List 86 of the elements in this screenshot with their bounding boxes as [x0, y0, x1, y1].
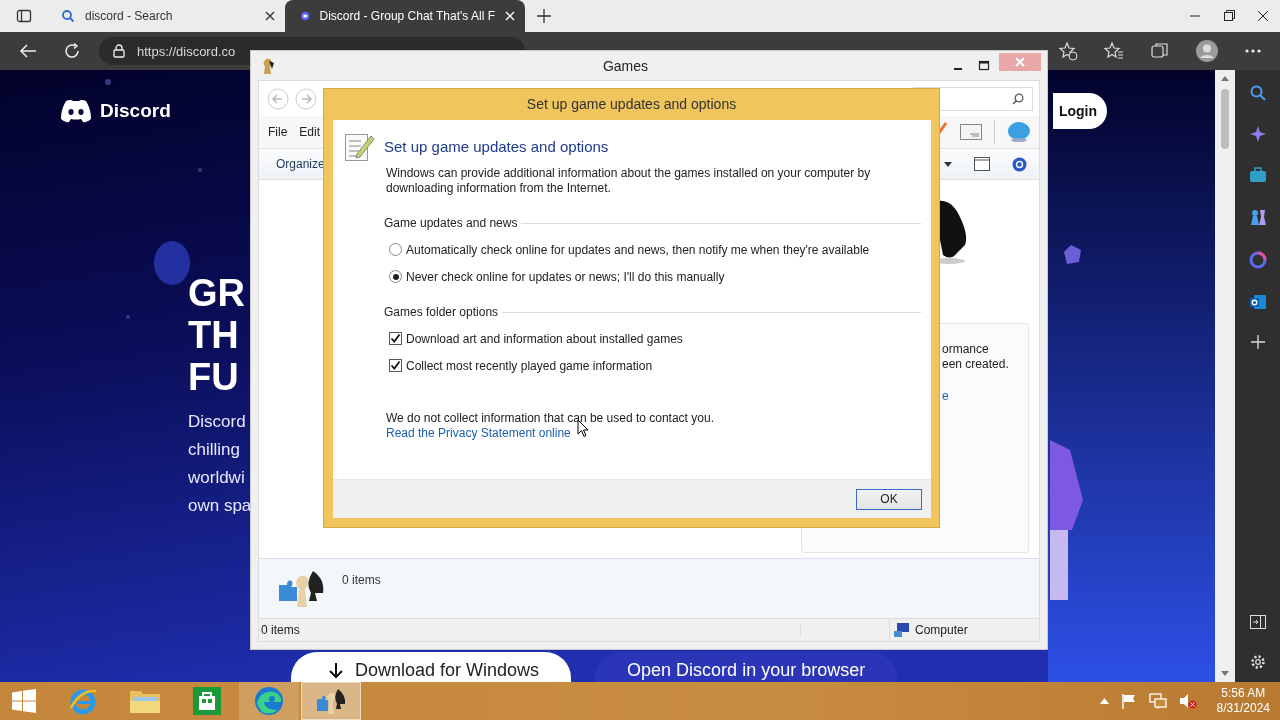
download-icon — [329, 662, 343, 679]
help-icon[interactable] — [1012, 156, 1027, 172]
option-label[interactable]: Download art and information about installed games — [406, 331, 683, 346]
tab-actions-icon[interactable] — [16, 8, 32, 24]
flag-icon[interactable] — [1120, 693, 1137, 709]
refresh-icon[interactable] — [63, 42, 81, 60]
sparkle-icon[interactable] — [1249, 126, 1266, 142]
organize-menu[interactable]: Organize — [276, 157, 325, 171]
briefcase-icon[interactable] — [1248, 167, 1267, 183]
clock[interactable]: 5:56 AM 8/31/2024 — [1216, 686, 1270, 716]
add-icon[interactable] — [1250, 335, 1265, 349]
browser-tab[interactable]: Discord - Group Chat That's All F — [285, 0, 525, 32]
item-count: 0 items — [342, 573, 381, 587]
settings-icon[interactable] — [1249, 654, 1266, 670]
search-icon — [1012, 92, 1024, 105]
card-icon[interactable] — [960, 124, 982, 140]
group-label: Game updates and news — [384, 216, 518, 230]
body-text: chilling — [188, 439, 240, 461]
checkbox[interactable] — [389, 332, 402, 345]
more-icon[interactable] — [1244, 48, 1262, 54]
status-text: 0 items — [259, 623, 801, 637]
collections-icon[interactable] — [1150, 41, 1170, 61]
back-icon[interactable] — [19, 43, 37, 59]
close-icon[interactable] — [265, 11, 275, 21]
download-button[interactable]: Download for Windows — [291, 652, 572, 682]
option-label[interactable]: Automatically check online for updates and news, then notify me when they're available — [406, 242, 870, 257]
radio-button[interactable] — [389, 270, 402, 283]
new-tab-icon[interactable] — [537, 9, 551, 23]
headline-text: GR — [188, 272, 245, 314]
logo-text[interactable]: Discord — [100, 100, 171, 122]
globe-icon[interactable] — [1007, 121, 1031, 143]
option-label[interactable]: Never check online for updates or news; I'll do this manually — [406, 269, 725, 284]
radio-button[interactable] — [389, 243, 402, 256]
caret-icon[interactable] — [944, 161, 952, 167]
sidebar-toggle-icon[interactable] — [1249, 615, 1266, 629]
headline-text: TH — [188, 314, 239, 356]
star-icon — [1063, 245, 1081, 265]
taskbar-app[interactable] — [301, 682, 361, 720]
url-text: https://discord.co — [137, 43, 236, 59]
browser-tab[interactable]: discord - Search — [45, 0, 285, 32]
volume-muted-icon[interactable] — [1178, 693, 1197, 709]
body-text: own spa — [188, 495, 252, 517]
start-button[interactable] — [12, 689, 36, 713]
favorites-icon[interactable] — [1104, 41, 1124, 61]
panel-text: ormance — [942, 342, 989, 357]
ok-button[interactable]: OK — [856, 488, 922, 510]
chess-piece-icon — [260, 56, 276, 75]
date-text: 8/31/2024 — [1216, 701, 1270, 716]
computer-icon — [894, 623, 910, 637]
login-button[interactable]: Login — [1052, 93, 1107, 129]
ring-icon[interactable] — [1248, 251, 1267, 269]
profile-icon[interactable] — [1196, 40, 1218, 62]
scrollbar-thumb[interactable] — [1221, 89, 1229, 149]
dialog-heading: Set up game updates and options — [384, 137, 609, 155]
privacy-link[interactable]: Read the Privacy Statement online — [386, 426, 571, 440]
open-button[interactable]: Open Discord in your browser — [595, 652, 898, 682]
lock-icon — [113, 44, 125, 58]
swirl-icon — [254, 686, 284, 716]
shopping-bag-icon — [193, 687, 221, 715]
menu-item[interactable]: Edit — [299, 125, 321, 139]
mail-icon[interactable] — [1248, 294, 1267, 310]
chess-pieces-icon[interactable] — [1248, 208, 1267, 226]
logo-icon[interactable] — [60, 99, 92, 123]
search-icon — [61, 9, 75, 23]
body-text: Discord — [188, 411, 246, 433]
headline-text: FU — [188, 356, 239, 398]
star-plus-icon[interactable] — [1058, 41, 1078, 61]
panel-link[interactable]: e — [942, 389, 949, 404]
chess-puzzle-icon — [315, 687, 347, 715]
preview-pane-icon[interactable] — [974, 157, 990, 171]
dialog-title: Set up game updates and options — [525, 95, 738, 114]
option-label[interactable]: Collect most recently played game information — [406, 358, 653, 373]
body-text: worldwi — [188, 467, 245, 489]
checkbox[interactable] — [389, 359, 402, 372]
location-text: Computer — [915, 623, 968, 637]
panel-text: een created. — [942, 357, 1009, 372]
scroll-up-icon[interactable] — [1221, 76, 1229, 81]
window-title: Games — [602, 57, 649, 74]
menu-item[interactable]: File — [268, 125, 288, 139]
network-icon[interactable] — [1148, 693, 1167, 709]
time-text: 5:56 AM — [1221, 686, 1266, 701]
scroll-down-icon[interactable] — [1221, 671, 1229, 676]
group-label: Games folder options — [384, 305, 499, 319]
scrollbar[interactable] — [1215, 70, 1235, 682]
search-icon[interactable] — [1249, 85, 1266, 101]
intro-text: Windows can provide additional information about the games installed on your computer by downloading information from the Internet. — [386, 166, 872, 196]
